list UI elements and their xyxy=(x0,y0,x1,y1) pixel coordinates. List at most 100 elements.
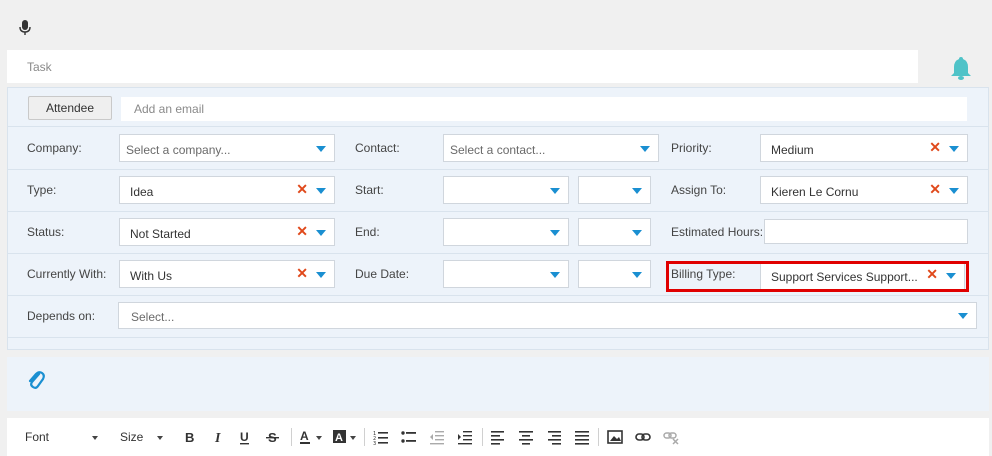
svg-text:I: I xyxy=(214,431,221,445)
align-left-icon[interactable] xyxy=(490,429,506,445)
bell-icon[interactable] xyxy=(948,55,974,81)
row-divider xyxy=(8,169,988,170)
image-icon[interactable] xyxy=(607,429,623,445)
chevron-down-icon xyxy=(632,272,642,278)
link-icon[interactable] xyxy=(635,429,651,445)
row-divider xyxy=(8,211,988,212)
estimated-hours-input[interactable] xyxy=(764,219,968,244)
caret-down-icon xyxy=(157,436,163,440)
company-select[interactable]: Select a company... xyxy=(119,134,335,162)
svg-text:3: 3 xyxy=(373,441,376,445)
bullet-list-icon[interactable] xyxy=(401,429,417,445)
caret-down-icon xyxy=(350,436,356,440)
estimated-hours-label: Estimated Hours: xyxy=(671,225,764,239)
currently-with-label: Currently With: xyxy=(27,267,107,281)
chevron-down-icon xyxy=(958,313,968,319)
depends-on-select[interactable]: Select... xyxy=(118,302,977,329)
ordered-list-icon[interactable]: 123 xyxy=(373,429,389,445)
chevron-down-icon xyxy=(632,230,642,236)
outdent-icon[interactable] xyxy=(429,429,445,445)
toolbar-divider xyxy=(364,428,365,446)
end-date-select[interactable] xyxy=(443,218,569,246)
contact-select[interactable]: Select a contact... xyxy=(443,134,659,162)
align-justify-icon[interactable] xyxy=(574,429,590,445)
priority-value: Medium xyxy=(771,143,814,157)
editor-toolbar: Font Size B I U S A A 123 xyxy=(7,418,989,456)
align-center-icon[interactable] xyxy=(518,429,534,445)
unlink-icon[interactable] xyxy=(663,429,679,445)
caret-down-icon xyxy=(92,436,98,440)
priority-select[interactable]: Medium ✕ xyxy=(760,134,968,162)
type-select[interactable]: Idea ✕ xyxy=(119,176,335,204)
due-date-select[interactable] xyxy=(443,260,569,288)
underline-icon[interactable]: U xyxy=(237,429,253,445)
strikethrough-icon[interactable]: S xyxy=(265,429,281,445)
clear-icon[interactable]: ✕ xyxy=(929,140,941,154)
due-time-select[interactable] xyxy=(578,260,651,288)
text-color-icon[interactable]: A xyxy=(299,429,315,445)
attachment-area xyxy=(7,357,989,411)
italic-icon[interactable]: I xyxy=(210,429,226,445)
chevron-down-icon xyxy=(316,188,326,194)
status-value: Not Started xyxy=(130,227,191,241)
row-divider xyxy=(8,253,988,254)
chevron-down-icon xyxy=(949,146,959,152)
priority-label: Priority: xyxy=(671,141,712,155)
chevron-down-icon xyxy=(632,188,642,194)
toolbar-divider xyxy=(598,428,599,446)
paperclip-icon[interactable] xyxy=(27,369,45,391)
indent-icon[interactable] xyxy=(457,429,473,445)
type-value: Idea xyxy=(130,185,154,199)
attendee-button[interactable]: Attendee xyxy=(28,96,112,120)
toolbar-divider xyxy=(482,428,483,446)
currently-with-value: With Us xyxy=(130,269,172,283)
font-dropdown[interactable]: Font xyxy=(25,430,49,444)
chevron-down-icon xyxy=(550,188,560,194)
row-divider xyxy=(8,337,988,338)
company-label: Company: xyxy=(27,141,82,155)
microphone-icon[interactable] xyxy=(19,20,31,36)
depends-on-label: Depends on: xyxy=(27,309,96,323)
contact-placeholder: Select a contact... xyxy=(450,143,546,157)
currently-with-select[interactable]: With Us ✕ xyxy=(119,260,335,288)
end-label: End: xyxy=(355,225,380,239)
bold-icon[interactable]: B xyxy=(182,429,198,445)
due-date-label: Due Date: xyxy=(355,267,410,281)
chevron-down-icon xyxy=(949,188,959,194)
row-divider xyxy=(8,126,988,127)
clear-icon[interactable]: ✕ xyxy=(296,224,308,238)
caret-down-icon xyxy=(316,436,322,440)
svg-text:B: B xyxy=(185,430,194,445)
assign-to-select[interactable]: Kieren Le Cornu ✕ xyxy=(760,176,968,204)
status-label: Status: xyxy=(27,225,65,239)
background-color-icon[interactable]: A xyxy=(333,429,349,445)
assign-to-value: Kieren Le Cornu xyxy=(771,185,859,199)
clear-icon[interactable]: ✕ xyxy=(929,182,941,196)
billing-type-highlight xyxy=(666,261,969,292)
clear-icon[interactable]: ✕ xyxy=(296,266,308,280)
start-label: Start: xyxy=(355,183,384,197)
chevron-down-icon xyxy=(316,230,326,236)
svg-text:A: A xyxy=(335,432,343,444)
task-input[interactable] xyxy=(27,50,907,83)
attendee-email-input[interactable] xyxy=(121,97,967,121)
clear-icon[interactable]: ✕ xyxy=(296,182,308,196)
toolbar-divider xyxy=(291,428,292,446)
align-right-icon[interactable] xyxy=(546,429,562,445)
row-divider xyxy=(8,295,988,296)
end-time-select[interactable] xyxy=(578,218,651,246)
chevron-down-icon xyxy=(550,272,560,278)
company-placeholder: Select a company... xyxy=(126,143,231,157)
chevron-down-icon xyxy=(316,272,326,278)
svg-text:U: U xyxy=(240,430,249,444)
size-dropdown[interactable]: Size xyxy=(120,430,143,444)
task-bar xyxy=(7,50,918,83)
status-select[interactable]: Not Started ✕ xyxy=(119,218,335,246)
task-form: Attendee Company: Select a company... Co… xyxy=(7,87,989,350)
chevron-down-icon xyxy=(640,146,650,152)
start-date-select[interactable] xyxy=(443,176,569,204)
start-time-select[interactable] xyxy=(578,176,651,204)
chevron-down-icon xyxy=(316,146,326,152)
chevron-down-icon xyxy=(550,230,560,236)
assign-to-label: Assign To: xyxy=(671,183,727,197)
